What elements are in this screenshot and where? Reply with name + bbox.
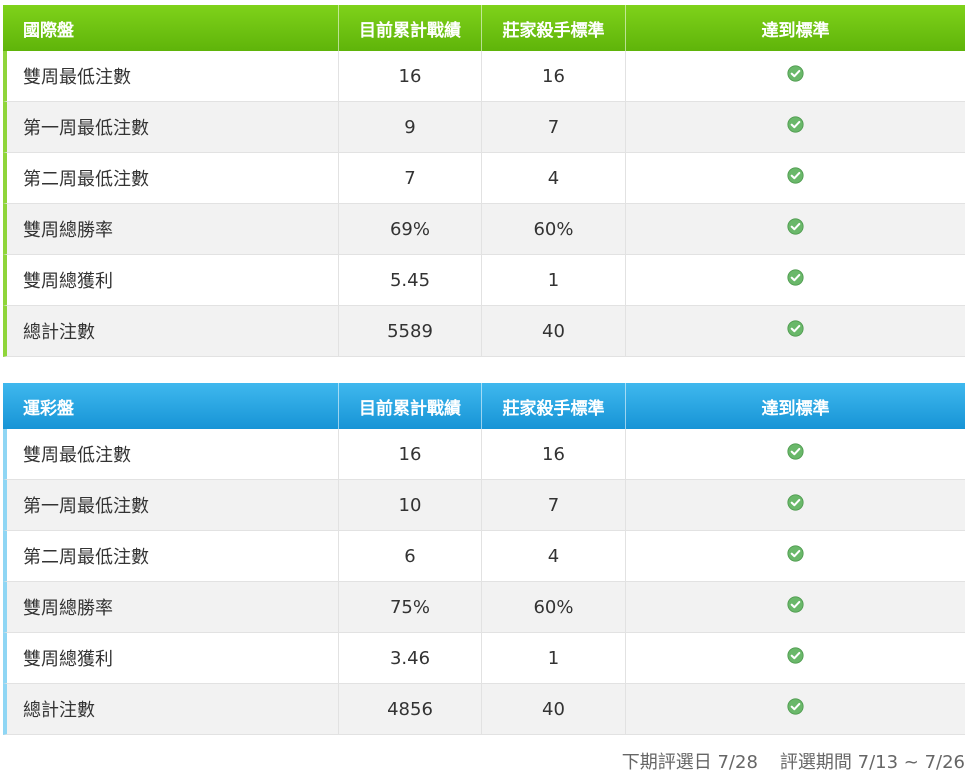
table-title: 運彩盤 <box>3 383 339 429</box>
table-row: 總計注數 5589 40 <box>3 306 965 357</box>
row-label: 雙周總獲利 <box>7 255 339 305</box>
row-label: 第二周最低注數 <box>7 153 339 203</box>
row-label: 總計注數 <box>7 684 339 734</box>
selection-info: 下期評選日 7/28 評選期間 7/13 ~ 7/26 <box>622 748 965 774</box>
international-table: 國際盤 目前累計戰績 莊家殺手標準 達到標準 雙周最低注數 16 16 第一周最… <box>3 5 965 357</box>
international-table-body: 雙周最低注數 16 16 第一周最低注數 9 7 第二周最低注數 7 4 雙周總… <box>3 51 965 357</box>
status-cell <box>626 255 965 305</box>
column-header-achieved: 達到標準 <box>761 398 830 419</box>
row-label: 雙周總獲利 <box>7 633 339 683</box>
current-value: 69% <box>339 204 482 254</box>
next-selection-date: 下期評選日 7/28 <box>621 752 758 773</box>
column-header-current: 目前累計戰績 <box>339 5 482 51</box>
current-value: 16 <box>339 51 482 101</box>
standard-value: 7 <box>482 480 626 530</box>
check-icon <box>787 595 804 613</box>
table-row: 雙周總勝率 69% 60% <box>3 204 965 255</box>
row-label: 第一周最低注數 <box>7 102 339 152</box>
check-icon <box>787 646 804 664</box>
table-row: 雙周總獲利 3.46 1 <box>3 633 965 684</box>
table-row: 雙周最低注數 16 16 <box>3 51 965 102</box>
status-cell <box>626 204 965 254</box>
row-label: 雙周總勝率 <box>7 204 339 254</box>
standard-value: 40 <box>482 684 626 734</box>
current-value: 3.46 <box>339 633 482 683</box>
current-value: 7 <box>339 153 482 203</box>
standard-value: 7 <box>482 102 626 152</box>
standard-value: 4 <box>482 153 626 203</box>
current-value: 6 <box>339 531 482 581</box>
check-icon <box>787 217 804 235</box>
standard-value: 1 <box>482 633 626 683</box>
current-value: 10 <box>339 480 482 530</box>
table-title: 國際盤 <box>3 5 339 51</box>
table-row: 雙周總獲利 5.45 1 <box>3 255 965 306</box>
lottery-table-body: 雙周最低注數 16 16 第一周最低注數 10 7 第二周最低注數 6 4 雙周… <box>3 429 965 735</box>
table-row: 雙周最低注數 16 16 <box>3 429 965 480</box>
column-header-standard: 莊家殺手標準 <box>482 5 626 51</box>
row-label: 第一周最低注數 <box>7 480 339 530</box>
column-header-standard: 莊家殺手標準 <box>482 383 626 429</box>
check-icon <box>787 268 804 286</box>
current-value: 9 <box>339 102 482 152</box>
row-label: 總計注數 <box>7 306 339 356</box>
check-icon <box>787 64 804 82</box>
standard-value: 60% <box>482 204 626 254</box>
status-cell <box>626 684 965 734</box>
current-value: 16 <box>339 429 482 479</box>
current-value: 4856 <box>339 684 482 734</box>
current-value: 5.45 <box>339 255 482 305</box>
status-cell <box>626 429 965 479</box>
check-icon <box>787 493 804 511</box>
row-label: 雙周最低注數 <box>7 429 339 479</box>
check-icon <box>787 544 804 562</box>
table-row: 總計注數 4856 40 <box>3 684 965 735</box>
status-cell <box>626 306 965 356</box>
standard-value: 60% <box>482 582 626 632</box>
status-cell <box>626 153 965 203</box>
status-cell <box>626 480 965 530</box>
status-cell <box>626 102 965 152</box>
row-label: 雙周總勝率 <box>7 582 339 632</box>
status-cell <box>626 633 965 683</box>
table-row: 第一周最低注數 10 7 <box>3 480 965 531</box>
check-icon <box>787 166 804 184</box>
check-icon <box>787 319 804 337</box>
table-row: 第二周最低注數 7 4 <box>3 153 965 204</box>
status-cell <box>626 582 965 632</box>
status-cell <box>626 531 965 581</box>
standard-value: 16 <box>482 429 626 479</box>
selection-period: 評選期間 7/13 ~ 7/26 <box>779 752 965 773</box>
row-label: 第二周最低注數 <box>7 531 339 581</box>
column-header-current: 目前累計戰績 <box>339 383 482 429</box>
table-row: 第二周最低注數 6 4 <box>3 531 965 582</box>
standard-value: 4 <box>482 531 626 581</box>
international-table-header: 國際盤 目前累計戰績 莊家殺手標準 達到標準 <box>3 5 965 51</box>
check-icon <box>787 115 804 133</box>
current-value: 75% <box>339 582 482 632</box>
lottery-table-header: 運彩盤 目前累計戰績 莊家殺手標準 達到標準 <box>3 383 965 429</box>
check-icon <box>787 442 804 460</box>
column-header-achieved: 達到標準 <box>761 20 830 41</box>
check-icon <box>787 697 804 715</box>
table-row: 第一周最低注數 9 7 <box>3 102 965 153</box>
table-row: 雙周總勝率 75% 60% <box>3 582 965 633</box>
standard-value: 1 <box>482 255 626 305</box>
row-label: 雙周最低注數 <box>7 51 339 101</box>
lottery-table: 運彩盤 目前累計戰績 莊家殺手標準 達到標準 雙周最低注數 16 16 第一周最… <box>3 383 965 735</box>
standard-value: 16 <box>482 51 626 101</box>
status-cell <box>626 51 965 101</box>
standard-value: 40 <box>482 306 626 356</box>
current-value: 5589 <box>339 306 482 356</box>
